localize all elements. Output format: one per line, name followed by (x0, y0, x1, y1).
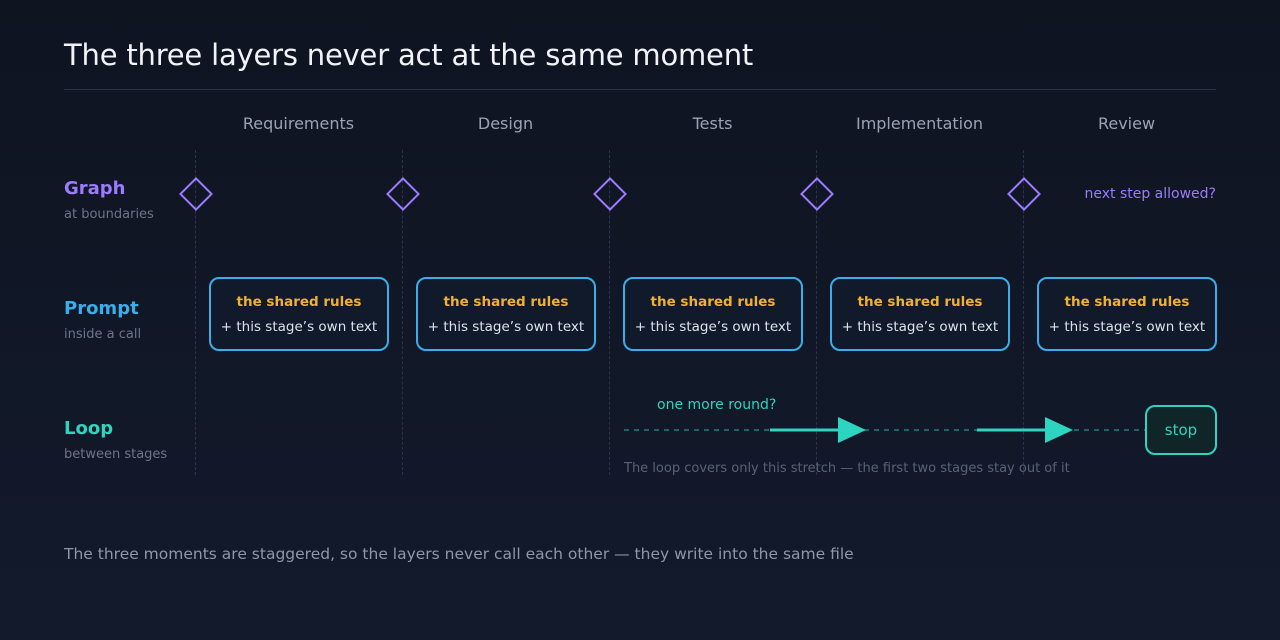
stop-button[interactable]: stop (1145, 405, 1217, 455)
footer-caption: The three moments are staggered, so the … (64, 545, 854, 563)
loop-note: The loop covers only this stretch — the … (624, 461, 1070, 476)
loop-arrows (624, 417, 1145, 443)
loop-arrow-head-icon (1045, 417, 1073, 443)
loop-arrow-head-icon (838, 417, 866, 443)
